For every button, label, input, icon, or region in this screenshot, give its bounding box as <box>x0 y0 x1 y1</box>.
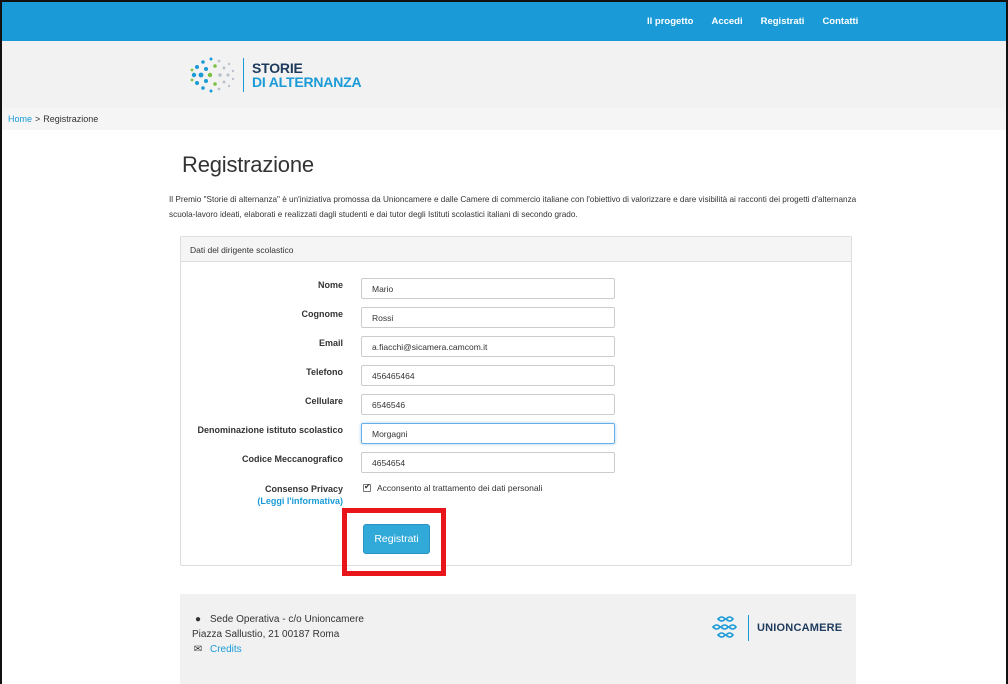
nav-accedi[interactable]: Accedi <box>711 16 742 27</box>
field-row-cognome: Cognome Rossi <box>181 307 851 329</box>
site-footer: ● Sede Operativa - c/o Unioncamere Piazz… <box>180 594 856 684</box>
footer-address-line1: ● Sede Operativa - c/o Unioncamere <box>192 614 364 625</box>
intro-text: Il Premio "Storie di alternanza" è un'in… <box>169 195 857 219</box>
consent-text: Acconsento al trattamento dei dati perso… <box>377 483 543 493</box>
istituto-label: Denominazione istituto scolastico <box>197 425 343 435</box>
email-label: Email <box>318 338 343 348</box>
field-row-codice: Codice Meccanografico 4654654 <box>181 452 851 474</box>
breadcrumb-home[interactable]: Home <box>8 114 32 124</box>
map-marker-icon: ● <box>194 614 202 625</box>
browser-frame: Il progetto Accedi Registrati Contatti S… <box>0 0 1008 684</box>
cognome-input[interactable]: Rossi <box>361 307 615 328</box>
consent-title: Consenso Privacy <box>264 484 343 494</box>
cognome-label: Cognome <box>301 309 344 319</box>
telefono-input[interactable]: 456465464 <box>361 365 615 386</box>
field-row-cellulare: Cellulare 6546546 <box>181 394 851 416</box>
telefono-label: Telefono <box>306 367 343 377</box>
dots-logo-icon <box>190 57 235 93</box>
logo-text: STORIE DI ALTERNANZA <box>252 60 362 90</box>
email-input[interactable]: a.fiacchi@sicamera.camcom.it <box>361 336 615 357</box>
logo-separator-line <box>748 615 749 641</box>
cellulare-label: Cellulare <box>304 396 343 406</box>
logo-line1: STORIE <box>252 60 303 76</box>
field-row-nome: Nome Mario <box>181 278 851 300</box>
address-line1: Sede Operativa - c/o Unioncamere <box>210 614 364 625</box>
unioncamere-logo-icon <box>711 616 738 638</box>
cellulare-input[interactable]: 6546546 <box>361 394 615 415</box>
unioncamere-text: UNIONCAMERE <box>757 622 843 634</box>
page-title: Registrazione <box>182 152 314 177</box>
logo-separator <box>243 58 244 92</box>
unioncamere-logo[interactable]: UNIONCAMERE <box>710 614 842 642</box>
privacy-policy-link[interactable]: (Leggi l'informativa) <box>257 495 343 507</box>
consent-checkbox[interactable] <box>363 482 371 492</box>
nav-registrati[interactable]: Registrati <box>761 16 805 27</box>
nome-input[interactable]: Mario <box>361 278 615 299</box>
logo-line2: DI ALTERNANZA <box>252 74 362 90</box>
top-bar: Il progetto Accedi Registrati Contatti <box>2 2 1006 41</box>
codice-input[interactable]: 4654654 <box>361 452 615 473</box>
registrati-button[interactable]: Registrati <box>363 524 430 554</box>
envelope-icon: ✉ <box>193 644 203 655</box>
form-panel: Dati del dirigente scolastico Nome Mario… <box>180 236 852 576</box>
credits-link[interactable]: Credits <box>210 644 242 655</box>
breadcrumb-current: Registrazione <box>43 114 99 124</box>
nome-label: Nome <box>317 280 343 290</box>
nav-contatti[interactable]: Contatti <box>822 16 858 27</box>
top-nav: Il progetto Accedi Registrati Contatti <box>647 16 876 27</box>
footer-address-line2: Piazza Sallustio, 21 00187 Roma <box>192 629 339 640</box>
codice-label: Codice Meccanografico <box>241 454 343 464</box>
highlight-box: Registrati <box>342 508 446 576</box>
field-row-istituto: Denominazione istituto scolastico Morgag… <box>181 423 851 445</box>
breadcrumb-separator: > <box>35 114 41 124</box>
footer-credits: ✉ Credits <box>192 644 242 655</box>
field-row-email: Email a.fiacchi@sicamera.camcom.it <box>181 336 851 358</box>
breadcrumb: Home > Registrazione <box>2 108 1006 130</box>
panel-title: Dati del dirigente scolastico <box>181 237 851 262</box>
istituto-input[interactable]: Morgagni <box>361 423 615 444</box>
nav-il-progetto[interactable]: Il progetto <box>647 16 693 27</box>
consent-label: Consenso Privacy (Leggi l'informativa) <box>257 483 343 507</box>
site-logo[interactable]: STORIE DI ALTERNANZA <box>188 55 378 95</box>
site-header: STORIE DI ALTERNANZA <box>2 41 1006 108</box>
main-content: Registrazione Il Premio "Storie di alter… <box>169 152 856 219</box>
field-row-telefono: Telefono 456465464 <box>181 365 851 387</box>
address-line2: Piazza Sallustio, 21 00187 Roma <box>192 629 340 640</box>
consent-checkbox-row: Acconsento al trattamento dei dati perso… <box>363 482 543 493</box>
